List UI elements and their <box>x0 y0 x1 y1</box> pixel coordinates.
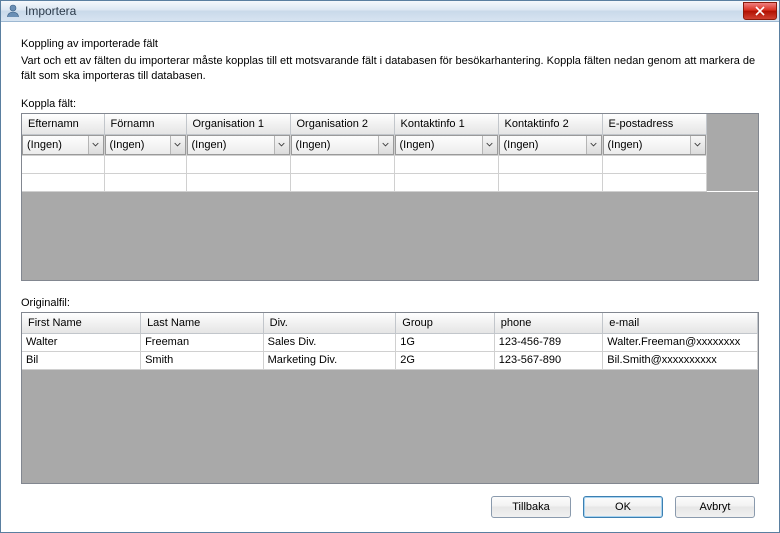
import-dialog: Importera Koppling av importerade fält V… <box>0 0 780 533</box>
col-header[interactable]: phone <box>494 313 603 333</box>
dropdown-value: (Ingen) <box>400 139 435 151</box>
cell: 123-567-890 <box>494 351 603 369</box>
col-header[interactable]: Förnamn <box>104 114 186 134</box>
dropdown-value: (Ingen) <box>608 139 643 151</box>
cell: Smith <box>141 351 264 369</box>
cell: 123-456-789 <box>494 333 603 351</box>
instructions-heading: Koppling av importerade fält <box>21 38 759 50</box>
cell: Bil <box>22 351 141 369</box>
mapping-empty-row <box>22 155 758 173</box>
table-row[interactable]: Bil Smith Marketing Div. 2G 123-567-890 … <box>22 351 758 369</box>
original-grid: First Name Last Name Div. Group phone e-… <box>21 312 759 484</box>
cell: 1G <box>396 333 494 351</box>
mapping-dropdown[interactable]: (Ingen) <box>187 135 290 155</box>
cancel-button[interactable]: Avbryt <box>675 496 755 518</box>
col-header[interactable]: Organisation 1 <box>186 114 290 134</box>
table-row[interactable]: Walter Freeman Sales Div. 1G 123-456-789… <box>22 333 758 351</box>
close-button[interactable] <box>743 2 777 20</box>
cell: Walter <box>22 333 141 351</box>
ok-button[interactable]: OK <box>583 496 663 518</box>
mapping-header-row: Efternamn Förnamn Organisation 1 Organis… <box>22 114 758 134</box>
cell: 2G <box>396 351 494 369</box>
person-icon <box>5 3 21 19</box>
button-row: Tillbaka OK Avbryt <box>21 484 759 522</box>
mapping-dropdown[interactable]: (Ingen) <box>22 135 104 155</box>
chevron-down-icon <box>378 136 393 154</box>
col-header[interactable]: e-mail <box>603 313 758 333</box>
mapping-grid: Efternamn Förnamn Organisation 1 Organis… <box>21 113 759 281</box>
col-header[interactable]: Kontaktinfo 1 <box>394 114 498 134</box>
chevron-down-icon <box>274 136 289 154</box>
col-header[interactable]: Div. <box>263 313 396 333</box>
window-title: Importera <box>25 4 76 18</box>
dropdown-value: (Ingen) <box>110 139 145 151</box>
mapping-dropdown[interactable]: (Ingen) <box>603 135 706 155</box>
col-header[interactable]: First Name <box>22 313 141 333</box>
dropdown-value: (Ingen) <box>27 139 62 151</box>
dropdown-value: (Ingen) <box>192 139 227 151</box>
mapping-dropdown[interactable]: (Ingen) <box>105 135 186 155</box>
col-header[interactable]: Group <box>396 313 494 333</box>
dialog-content: Koppling av importerade fält Vart och et… <box>1 22 779 532</box>
original-header-row: First Name Last Name Div. Group phone e-… <box>22 313 758 333</box>
col-header[interactable]: Organisation 2 <box>290 114 394 134</box>
chevron-down-icon <box>586 136 601 154</box>
cell: Sales Div. <box>263 333 396 351</box>
cell: Freeman <box>141 333 264 351</box>
titlebar[interactable]: Importera <box>1 1 779 22</box>
mapping-dropdown-row: (Ingen) (Ingen) (Ingen) (Ingen) (Ingen) … <box>22 134 758 155</box>
mapping-label: Koppla fält: <box>21 98 759 110</box>
filler <box>706 134 758 155</box>
mapping-dropdown[interactable]: (Ingen) <box>395 135 498 155</box>
col-header[interactable]: Efternamn <box>22 114 104 134</box>
col-header[interactable]: Kontaktinfo 2 <box>498 114 602 134</box>
cell: Walter.Freeman@xxxxxxxx <box>603 333 758 351</box>
col-header[interactable]: Last Name <box>141 313 264 333</box>
chevron-down-icon <box>690 136 705 154</box>
cell: Marketing Div. <box>263 351 396 369</box>
instructions-body: Vart och ett av fälten du importerar mås… <box>21 54 759 84</box>
filler <box>706 114 758 134</box>
chevron-down-icon <box>482 136 497 154</box>
cell: Bil.Smith@xxxxxxxxxx <box>603 351 758 369</box>
dropdown-value: (Ingen) <box>504 139 539 151</box>
mapping-dropdown[interactable]: (Ingen) <box>291 135 394 155</box>
col-header[interactable]: E-postadress <box>602 114 706 134</box>
chevron-down-icon <box>88 136 103 154</box>
dropdown-value: (Ingen) <box>296 139 331 151</box>
back-button[interactable]: Tillbaka <box>491 496 571 518</box>
original-label: Originalfil: <box>21 297 759 309</box>
mapping-dropdown[interactable]: (Ingen) <box>499 135 602 155</box>
mapping-empty-row <box>22 173 758 191</box>
chevron-down-icon <box>170 136 185 154</box>
